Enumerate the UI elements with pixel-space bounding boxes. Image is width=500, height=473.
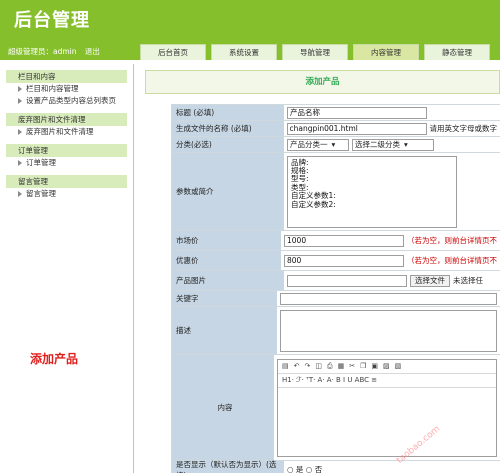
display-radio-group[interactable]: ○ 是 ○ 否 xyxy=(287,464,322,473)
category-select-1[interactable]: 产品分类一 ▾ xyxy=(287,138,349,151)
promo-price-label: 优惠价 xyxy=(172,251,281,270)
category-select-2-value: 选择二级分类 xyxy=(355,139,400,149)
tab-home[interactable]: 后台首页 xyxy=(140,44,206,60)
category-value-cell: 产品分类一 ▾ 选择二级分类 ▾ xyxy=(284,137,500,152)
editor-toolbar-2: H1· ℱ· ᵀT· A· A· B I U ABC ≡ xyxy=(278,374,496,388)
form-row-image: 产品图片 选择文件 未选择任 xyxy=(172,271,500,291)
sidebar: 栏目和内容 栏目和内容管理 设置产品类型内容总列表页 废弃图片和文件清理 废弃图… xyxy=(0,64,134,473)
promo-price-cell: 800 （若为空，则前台详情页不 xyxy=(281,251,500,270)
site-title: 后台管理 xyxy=(14,10,90,31)
sidebar-group-content: 栏目和内容 栏目和内容管理 设置产品类型内容总列表页 xyxy=(0,70,133,107)
main-panel: 添加产品 标题 (必填) 产品名称 生成文件的名称 (必填) changpin0… xyxy=(139,64,500,473)
sidebar-group-title: 订单管理 xyxy=(6,144,127,157)
market-price-hint: （若为空，则前台详情页不 xyxy=(407,236,497,245)
promo-price-input[interactable]: 800 xyxy=(284,254,404,267)
image-label: 产品图片 xyxy=(172,271,284,290)
form-row-market-price: 市场价 1000 （若为空，则前台详情页不 xyxy=(172,231,500,251)
sidebar-group-title: 留言管理 xyxy=(6,175,127,188)
form-row-content: 内容 ▤ ↶ ↷ ◫ ⎙ ▦ ✂ ❐ ▣ ▨ ▧ H1· ℱ· ᵀT· A· A… xyxy=(172,355,500,461)
market-price-cell: 1000 （若为空，则前台详情页不 xyxy=(281,231,500,250)
form-row-file: 生成文件的名称 (必填) changpin001.html 请用英文字母或数字 xyxy=(172,121,500,137)
tab-navigation[interactable]: 导航管理 xyxy=(282,44,348,60)
tab-static-management[interactable]: 静态管理 xyxy=(424,44,490,60)
sidebar-group-orders: 订单管理 订单管理 xyxy=(0,144,133,169)
file-hint: 请用英文字母或数字 xyxy=(429,124,498,133)
form-row-title: 标题 (必填) 产品名称 xyxy=(172,105,500,121)
keywords-input[interactable] xyxy=(280,292,497,305)
choose-file-button[interactable]: 选择文件 xyxy=(410,274,450,287)
user-info: 超级管理员：admin 退出 xyxy=(8,46,100,57)
category-select-2[interactable]: 选择二级分类 ▾ xyxy=(352,138,434,151)
category-select-1-value: 产品分类一 xyxy=(290,139,328,149)
user-label: 超级管理员：admin xyxy=(8,47,77,56)
description-textarea[interactable] xyxy=(280,309,497,352)
params-label: 参数或简介 xyxy=(172,153,284,230)
sidebar-item-cleanup[interactable]: 废弃图片和文件清理 xyxy=(0,126,133,138)
keywords-value-cell xyxy=(277,291,500,306)
logout-link[interactable]: 退出 xyxy=(85,47,100,56)
form-row-keywords: 关键字 xyxy=(172,291,500,307)
promo-price-hint: （若为空，则前台详情页不 xyxy=(407,256,497,265)
form-row-description: 描述 xyxy=(172,307,500,355)
template-icon[interactable]: ▦ xyxy=(338,362,345,370)
market-price-label: 市场价 xyxy=(172,231,281,250)
paste-word-icon[interactable]: ▧ xyxy=(395,362,402,370)
chevron-down-icon: ▾ xyxy=(404,139,408,149)
product-form: 标题 (必填) 产品名称 生成文件的名称 (必填) changpin001.ht… xyxy=(171,104,500,473)
tab-content-management[interactable]: 内容管理 xyxy=(353,44,419,60)
keywords-label: 关键字 xyxy=(172,291,277,306)
page-title: 添加产品 xyxy=(145,70,500,94)
form-row-promo-price: 优惠价 800 （若为空，则前台详情页不 xyxy=(172,251,500,271)
form-row-display: 是否显示（默认否为显示）(选填) ○ 是 ○ 否 xyxy=(172,460,500,473)
file-name-input[interactable]: changpin001.html xyxy=(286,122,427,135)
rich-text-editor[interactable]: ▤ ↶ ↷ ◫ ⎙ ▦ ✂ ❐ ▣ ▨ ▧ H1· ℱ· ᵀT· A· A· B… xyxy=(277,358,497,457)
params-textarea[interactable]: 品牌: 规格: 型号: 类型: 自定义参数1: 自定义参数2: xyxy=(287,155,457,228)
print-icon[interactable]: ⎙ xyxy=(327,362,333,371)
form-row-params: 参数或简介 品牌: 规格: 型号: 类型: 自定义参数1: 自定义参数2: xyxy=(172,153,500,231)
market-price-input[interactable]: 1000 xyxy=(284,234,404,247)
undo-icon[interactable]: ↶ xyxy=(294,362,300,370)
copy-icon[interactable]: ❐ xyxy=(360,362,366,370)
cut-icon[interactable]: ✂ xyxy=(349,362,355,370)
display-label: 是否显示（默认否为显示）(选填) xyxy=(172,460,284,473)
params-value-cell: 品牌: 规格: 型号: 类型: 自定义参数1: 自定义参数2: xyxy=(284,153,500,230)
editor-format-buttons[interactable]: H1· ℱ· ᵀT· A· A· B I U ABC ≡ xyxy=(282,376,377,384)
category-label: 分类(必选) xyxy=(172,137,284,152)
sidebar-group-title: 废弃图片和文件清理 xyxy=(6,113,127,126)
tab-system-settings[interactable]: 系统设置 xyxy=(211,44,277,60)
editor-toolbar-1: ▤ ↶ ↷ ◫ ⎙ ▦ ✂ ❐ ▣ ▨ ▧ xyxy=(278,360,496,374)
image-path-input[interactable] xyxy=(287,274,407,287)
main-tabs: 后台首页 系统设置 导航管理 内容管理 静态管理 xyxy=(140,44,495,60)
paste-text-icon[interactable]: ▨ xyxy=(383,362,390,370)
sidebar-item-content-management[interactable]: 栏目和内容管理 xyxy=(0,83,133,95)
description-value-cell xyxy=(277,307,500,354)
form-row-category: 分类(必选) 产品分类一 ▾ 选择二级分类 ▾ xyxy=(172,137,500,153)
display-value-cell: ○ 是 ○ 否 xyxy=(284,461,500,473)
file-value-cell: changpin001.html 请用英文字母或数字 xyxy=(283,121,500,136)
sidebar-group-messages: 留言管理 留言管理 xyxy=(0,175,133,200)
paste-icon[interactable]: ▣ xyxy=(371,362,378,370)
image-value-cell: 选择文件 未选择任 xyxy=(284,271,500,290)
header-bar: 后台管理 xyxy=(0,0,500,44)
title-input[interactable]: 产品名称 xyxy=(287,106,427,119)
content-label: 内容 xyxy=(172,355,274,460)
source-icon[interactable]: ▤ xyxy=(282,362,289,370)
content-value-cell: ▤ ↶ ↷ ◫ ⎙ ▦ ✂ ❐ ▣ ▨ ▧ H1· ℱ· ᵀT· A· A· B… xyxy=(274,355,500,460)
sidebar-item-messages[interactable]: 留言管理 xyxy=(0,188,133,200)
sidebar-item-product-list-page[interactable]: 设置产品类型内容总列表页 xyxy=(0,95,133,107)
file-status: 未选择任 xyxy=(453,276,483,285)
description-label: 描述 xyxy=(172,307,277,354)
redo-icon[interactable]: ↷ xyxy=(305,362,311,370)
chevron-down-icon: ▾ xyxy=(331,139,336,149)
add-product-annotation: 添加产品 xyxy=(30,352,79,366)
sidebar-group-cleanup: 废弃图片和文件清理 废弃图片和文件清理 xyxy=(0,113,133,138)
title-label: 标题 (必填) xyxy=(172,105,284,120)
sidebar-item-orders[interactable]: 订单管理 xyxy=(0,157,133,169)
sidebar-group-title: 栏目和内容 xyxy=(6,70,127,83)
file-label: 生成文件的名称 (必填) xyxy=(172,121,284,136)
preview-icon[interactable]: ◫ xyxy=(315,362,322,370)
title-value-cell: 产品名称 xyxy=(284,105,500,120)
